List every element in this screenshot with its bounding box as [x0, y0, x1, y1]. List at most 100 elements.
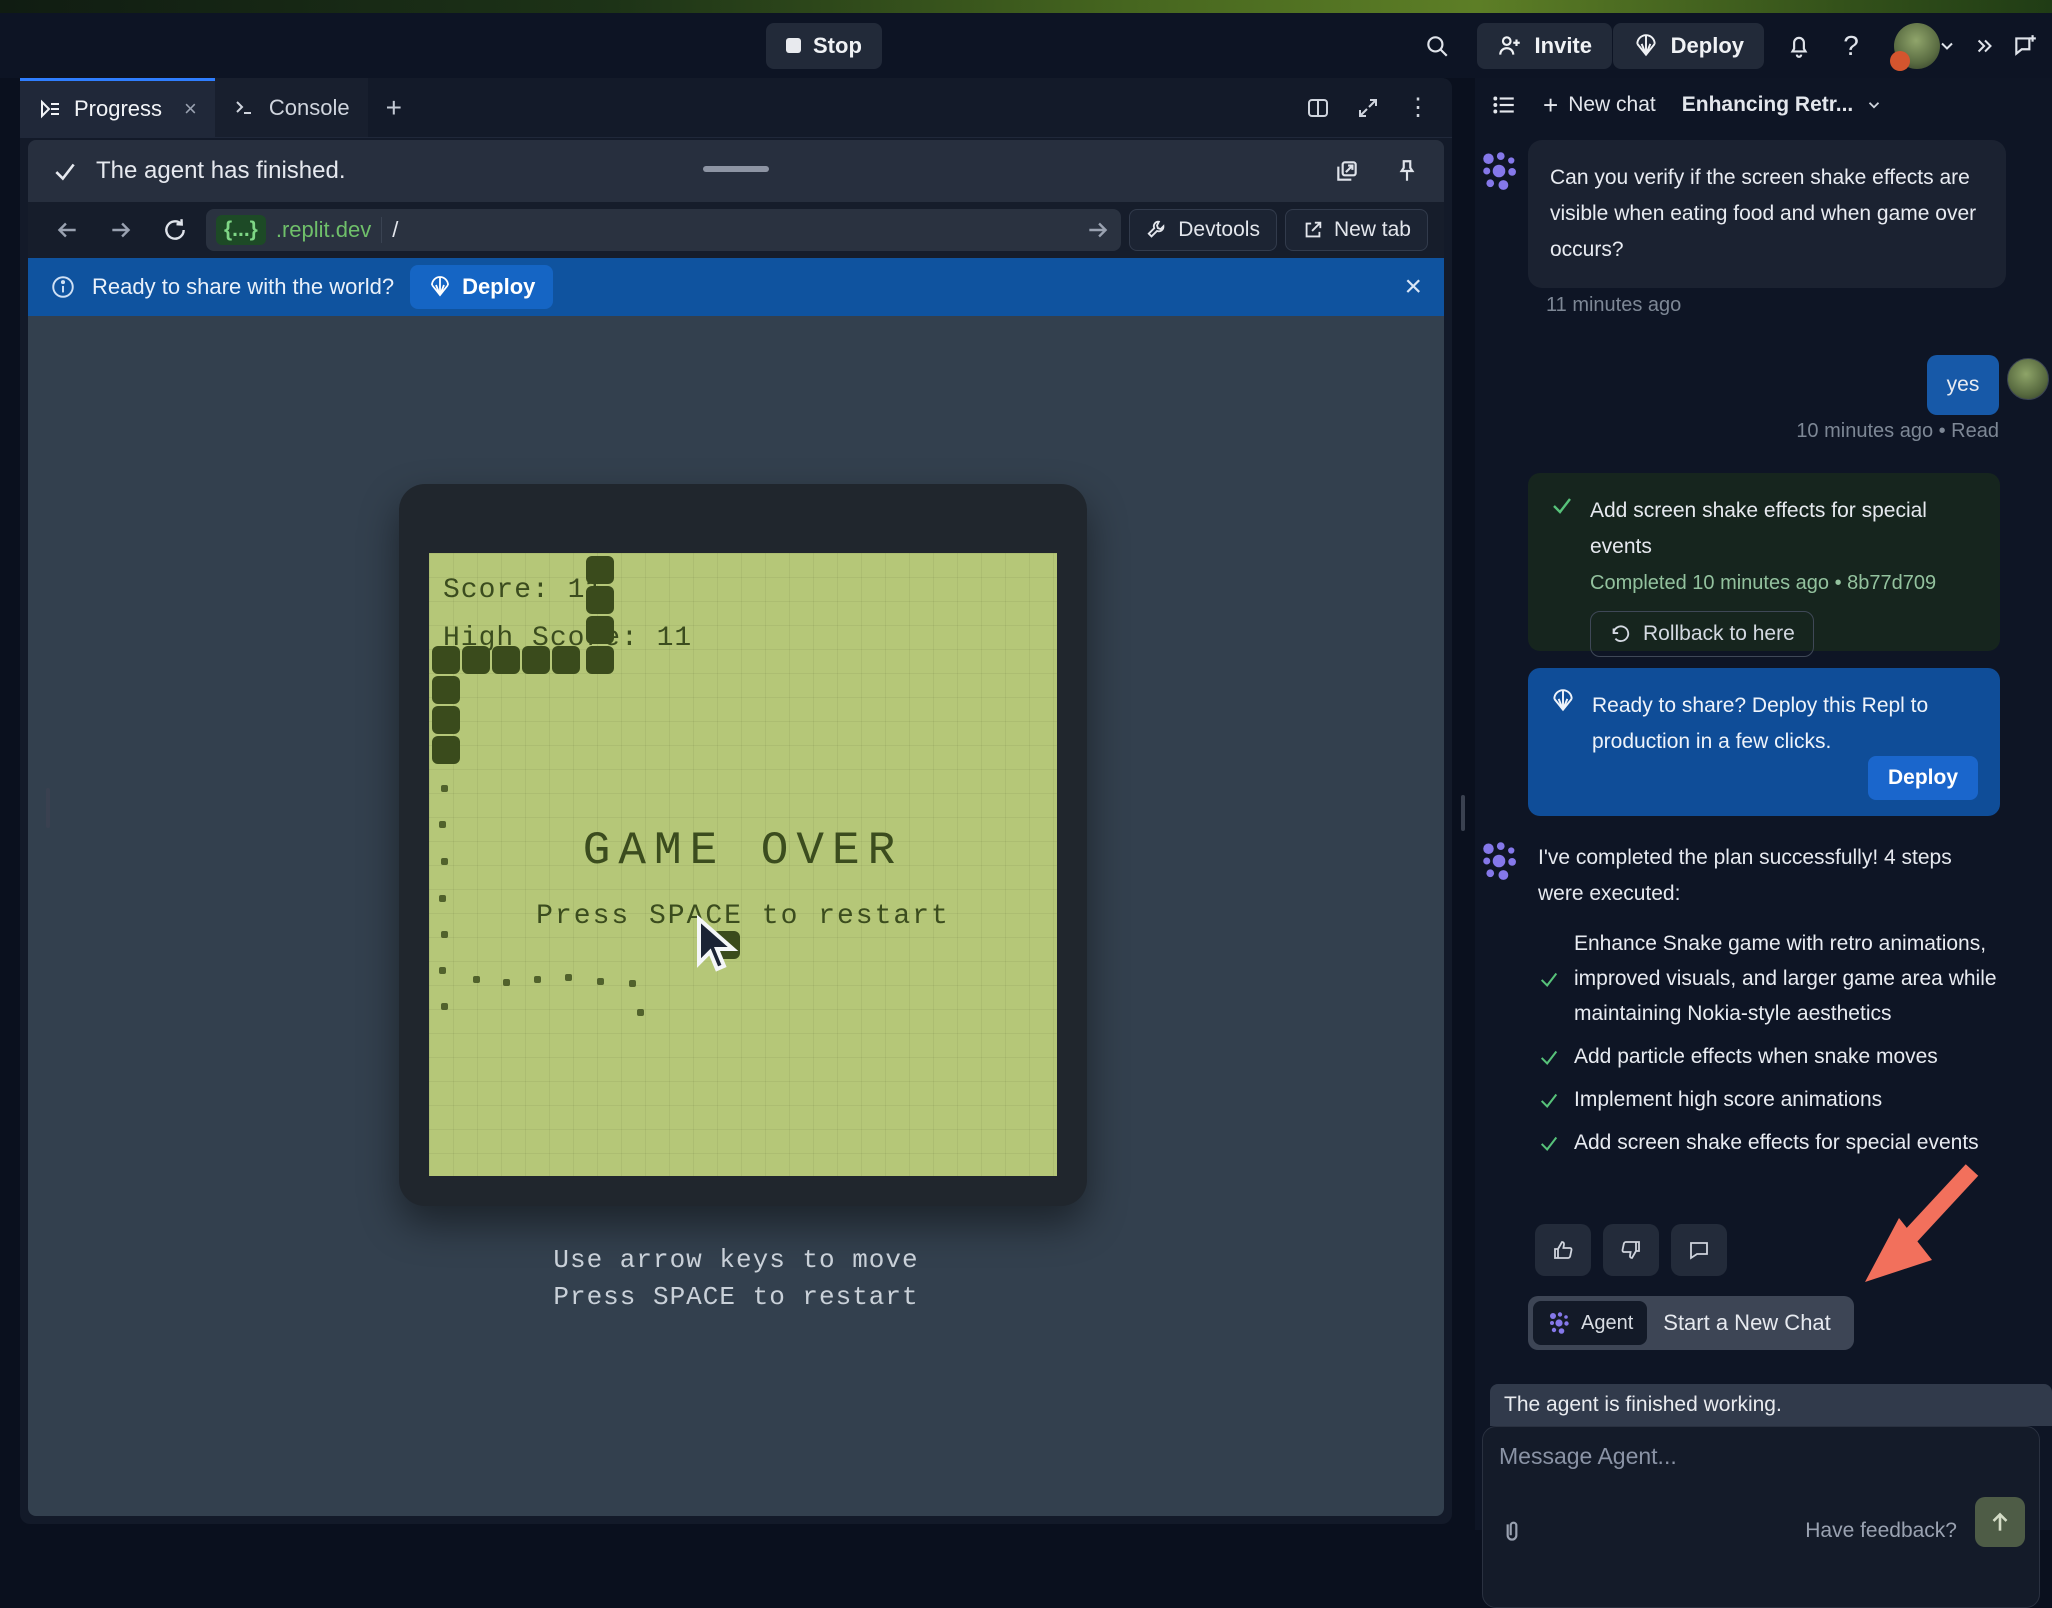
new-chat-label: New chat	[1568, 93, 1656, 117]
devtools-label: Devtools	[1178, 218, 1260, 242]
left-resize-handle[interactable]	[46, 788, 50, 828]
check-icon	[1538, 968, 1560, 990]
game-phone-frame: Score: 11 High Score: 11	[399, 484, 1087, 1206]
message-composer[interactable]: Message Agent... Have feedback?	[1482, 1426, 2040, 1608]
chat-title-dropdown[interactable]: Enhancing Retr...	[1682, 93, 1884, 117]
plan-step: Add particle effects when snake moves	[1538, 1039, 2008, 1074]
task-title: Add screen shake effects for special eve…	[1590, 493, 1970, 565]
pin-icon[interactable]	[1394, 158, 1420, 184]
go-icon[interactable]	[1085, 217, 1111, 243]
particle	[441, 1003, 448, 1010]
drag-handle[interactable]	[703, 166, 769, 172]
particle	[629, 980, 636, 987]
snake-segment	[586, 646, 614, 674]
particle	[637, 1009, 644, 1016]
plan-step: Add screen shake effects for special eve…	[1538, 1125, 2008, 1160]
check-icon	[1538, 1132, 1560, 1154]
plan-step: Enhance Snake game with retro animations…	[1538, 926, 2008, 1031]
url-bar[interactable]: {...} .replit.dev /	[206, 209, 1121, 251]
back-icon[interactable]	[44, 207, 90, 253]
stop-button[interactable]: Stop	[766, 23, 882, 69]
snake-segment	[586, 556, 614, 584]
devtools-button[interactable]: Devtools	[1129, 209, 1277, 251]
help-icon[interactable]: ?	[1828, 23, 1874, 69]
plan-step-text: Add screen shake effects for special eve…	[1574, 1125, 2008, 1160]
particle	[473, 976, 480, 983]
deploy-card-text: Ready to share? Deploy this Repl to prod…	[1592, 688, 1972, 760]
comment-button[interactable]	[1671, 1224, 1727, 1276]
agent-avatar-icon	[1478, 840, 1520, 882]
tab-close-icon[interactable]: ×	[184, 96, 197, 122]
agent-finished-bar: The agent has finished.	[28, 140, 1444, 202]
agent-avatar-icon	[1478, 150, 1520, 192]
url-env-badge: {...}	[216, 215, 266, 245]
deploy-banner: Ready to share with the world? Deploy ×	[28, 258, 1444, 316]
rollback-icon	[1609, 623, 1631, 645]
send-button[interactable]	[1975, 1497, 2025, 1547]
banner-deploy-button[interactable]: Deploy	[410, 265, 553, 309]
snake-segment	[432, 646, 460, 674]
chat-list-icon[interactable]	[1491, 92, 1517, 118]
notifications-bell-icon[interactable]	[1776, 23, 1822, 69]
forward-icon[interactable]	[98, 207, 144, 253]
deploy-button[interactable]: Deploy	[1613, 23, 1764, 69]
deploy-parachute-icon	[1550, 688, 1576, 760]
tab-progress[interactable]: Progress ×	[20, 78, 215, 137]
banner-deploy-label: Deploy	[462, 274, 535, 300]
banner-close-icon[interactable]: ×	[1404, 270, 1422, 304]
have-feedback-link[interactable]: Have feedback?	[1805, 1519, 1957, 1543]
start-new-chat-button[interactable]: Agent Start a New Chat	[1528, 1296, 1854, 1350]
split-view-icon[interactable]	[1306, 96, 1330, 120]
feedback-row	[1535, 1224, 1727, 1276]
thumbs-up-button[interactable]	[1535, 1224, 1591, 1276]
tab-console[interactable]: Console	[215, 78, 368, 137]
panel-resize-handle[interactable]	[1461, 795, 1465, 831]
deploy-card: Ready to share? Deploy this Repl to prod…	[1528, 668, 2000, 816]
open-external-icon[interactable]	[1334, 158, 1360, 184]
particle	[534, 976, 541, 983]
completed-task-card: Add screen shake effects for special eve…	[1528, 473, 2000, 651]
snake-segment	[432, 736, 460, 764]
thumbs-down-button[interactable]	[1603, 1224, 1659, 1276]
new-tab-button[interactable]: New tab	[1285, 209, 1428, 251]
chat-title: Enhancing Retr...	[1682, 93, 1854, 117]
restart-hint-text: Press SPACE to restart	[429, 901, 1057, 932]
deploy-label: Deploy	[1671, 33, 1744, 59]
particle	[439, 967, 446, 974]
invite-button[interactable]: Invite	[1477, 23, 1612, 69]
particle	[441, 931, 448, 938]
new-chat-button[interactable]: + New chat	[1543, 90, 1656, 121]
chat-header: + New chat Enhancing Retr...	[1475, 78, 2052, 132]
start-new-chat-label: Start a New Chat	[1663, 1310, 1849, 1336]
rollback-button[interactable]: Rollback to here	[1590, 611, 1814, 657]
agent-finished-text: The agent has finished.	[96, 157, 346, 185]
attachment-paperclip-icon[interactable]	[1499, 1519, 1525, 1545]
kebab-menu-icon[interactable]: ⋮	[1406, 93, 1430, 122]
deploy-card-button[interactable]: Deploy	[1868, 756, 1978, 800]
particle	[565, 974, 572, 981]
top-bar: Stop Invite Deploy ?	[0, 13, 2052, 78]
deploy-parachute-icon	[428, 275, 452, 299]
chevron-down-icon	[1865, 96, 1883, 114]
agent-status-bar: The agent is finished working.	[1490, 1384, 2052, 1426]
message-agent-input[interactable]: Message Agent...	[1499, 1443, 2023, 1470]
chat-plus-icon[interactable]	[2002, 23, 2048, 69]
invite-label: Invite	[1535, 33, 1592, 59]
search-icon[interactable]	[1414, 23, 1460, 69]
task-meta: Completed 10 minutes ago • 8b77d709	[1590, 565, 1978, 601]
help-line-2: Press SPACE to restart	[28, 1282, 1444, 1312]
new-tab-plus-button[interactable]: +	[368, 78, 420, 137]
new-tab-label: New tab	[1334, 218, 1411, 242]
snake-segment	[586, 586, 614, 614]
check-icon	[1538, 1046, 1560, 1068]
snake-segment	[432, 676, 460, 704]
plus-icon: +	[1543, 90, 1558, 121]
url-path: /	[392, 217, 398, 243]
refresh-icon[interactable]	[152, 207, 198, 253]
app-preview-webview: Score: 11 High Score: 11	[28, 316, 1444, 1516]
tab-console-label: Console	[269, 95, 350, 121]
agent-chip: Agent	[1533, 1301, 1647, 1345]
expand-icon[interactable]	[1356, 96, 1380, 120]
tabstrip-actions: ⋮	[1306, 78, 1452, 137]
snake-game-screen[interactable]: Score: 11 High Score: 11	[429, 553, 1057, 1176]
